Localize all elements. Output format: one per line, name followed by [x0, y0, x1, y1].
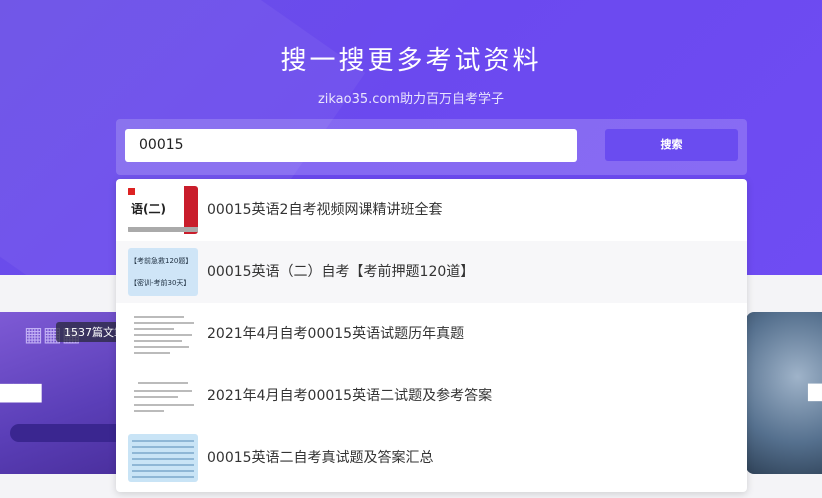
search-button[interactable]: 搜索 — [605, 129, 738, 161]
banner-thumbnail: 【考前急救120题】 【密训-考前30天】 — [128, 248, 198, 296]
suggestion-label: 00015英语二自考真试题及答案汇总 — [207, 450, 434, 466]
search-input[interactable]: 00015 — [125, 129, 577, 162]
answers-summary-thumbnail — [128, 434, 198, 482]
card-artwork-title: ▇▇▇ — [0, 382, 42, 403]
suggestion-label: 2021年4月自考00015英语二试题及参考答案 — [207, 388, 493, 404]
suggestion-item[interactable]: 2021年4月自考00015英语二试题及参考答案 — [116, 365, 747, 427]
course-cover-thumbnail: 语(二) — [128, 186, 198, 234]
suggestion-item[interactable]: 【考前急救120题】 【密训-考前30天】 00015英语（二）自考【考前押题1… — [116, 241, 747, 303]
card-artwork-bar — [10, 424, 130, 442]
hero-title: 搜一搜更多考试资料 — [280, 46, 542, 76]
suggestion-item[interactable]: 00015英语二自考真试题及答案汇总 — [116, 427, 747, 489]
featured-card-right[interactable]: ▇▇ — [746, 312, 822, 474]
search-panel: 00015 搜索 — [116, 119, 747, 175]
exam-answers-thumbnail — [128, 372, 198, 420]
suggestion-label: 00015英语（二）自考【考前押题120道】 — [207, 264, 475, 280]
card-artwork: ▇▇ — [808, 382, 822, 402]
suggestion-item[interactable]: 2021年4月自考00015英语试题历年真题 — [116, 303, 747, 365]
exam-paper-thumbnail — [128, 310, 198, 358]
suggestion-label: 00015英语2自考视频网课精讲班全套 — [207, 202, 443, 218]
search-suggestions-dropdown: 语(二) 00015英语2自考视频网课精讲班全套 【考前急救120题】 【密训-… — [116, 179, 747, 492]
suggestion-label: 2021年4月自考00015英语试题历年真题 — [207, 326, 465, 342]
suggestion-item[interactable]: 语(二) 00015英语2自考视频网课精讲班全套 — [116, 179, 747, 241]
hero-subtitle: zikao35.com助力百万自考学子 — [317, 92, 505, 107]
